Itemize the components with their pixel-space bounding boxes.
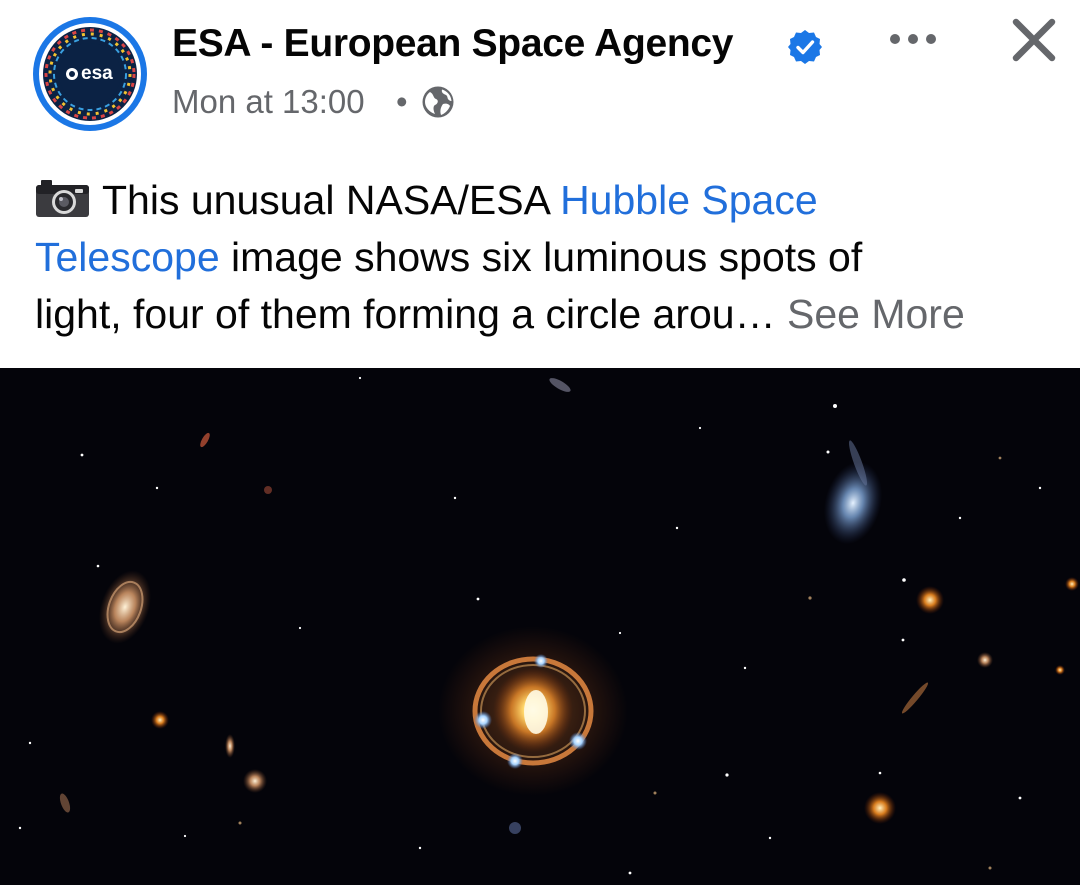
- hubble-space-link[interactable]: Hubble Space: [560, 177, 818, 223]
- globe-icon: [422, 86, 454, 118]
- post-card: esa ESA - European Space Agency Mon at 1…: [0, 0, 1080, 885]
- post-header: esa ESA - European Space Agency Mon at 1…: [0, 0, 1080, 150]
- meta-separator: •: [396, 83, 408, 120]
- camera-icon: [36, 180, 89, 217]
- caption-line-1: This unusual NASA/ESA Hubble Space: [35, 172, 1065, 229]
- page-avatar[interactable]: esa: [33, 17, 147, 131]
- post-caption: This unusual NASA/ESA Hubble Space Teles…: [35, 172, 1065, 343]
- space-image: [0, 368, 1080, 885]
- see-more-link[interactable]: See More: [787, 291, 965, 337]
- avatar-logo: esa: [43, 27, 137, 121]
- more-horizontal-icon[interactable]: [886, 24, 940, 54]
- telescope-link[interactable]: Telescope: [35, 234, 220, 280]
- caption-text-1: This unusual NASA/ESA: [102, 177, 561, 223]
- verified-badge-icon: [788, 30, 822, 64]
- avatar-text: esa: [81, 63, 113, 84]
- avatar-ring: esa: [39, 23, 141, 125]
- post-photo[interactable]: [0, 368, 1080, 885]
- close-icon[interactable]: [1010, 16, 1058, 64]
- caption-line-2: Telescope image shows six luminous spots…: [35, 229, 1065, 286]
- page-name[interactable]: ESA - European Space Agency: [172, 22, 733, 66]
- caption-line-3: light, four of them forming a circle aro…: [35, 286, 1065, 343]
- caption-text-3: light, four of them forming a circle aro…: [35, 291, 776, 337]
- caption-text-2: image shows six luminous spots of: [219, 234, 863, 280]
- post-timestamp[interactable]: Mon at 13:00: [172, 83, 365, 121]
